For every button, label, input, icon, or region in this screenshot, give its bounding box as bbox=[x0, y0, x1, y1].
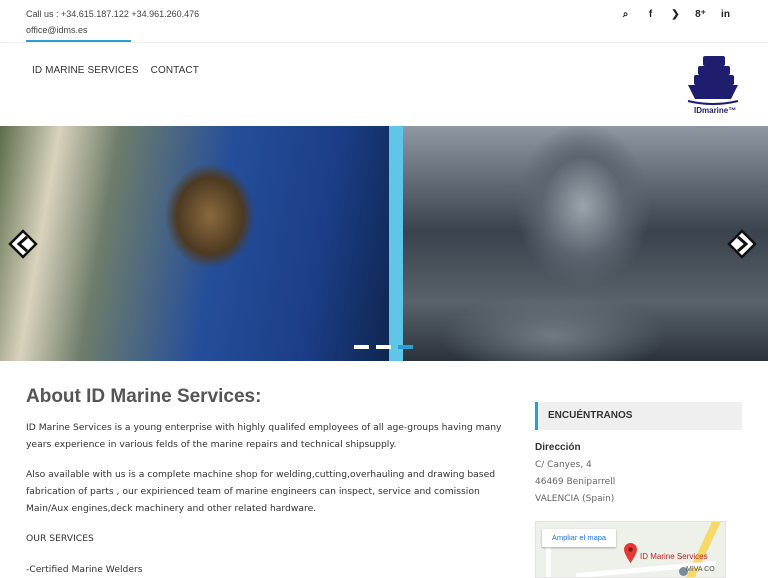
contact-email[interactable]: office@idms.es bbox=[26, 25, 88, 35]
logo-text: IDmarine™ bbox=[694, 106, 737, 115]
top-bar: Call us : +34.615.187.122 +34.961.260.47… bbox=[0, 0, 768, 43]
main-nav: ID MARINE SERVICES CONTACT bbox=[32, 65, 199, 76]
nav-item-id-marine-services[interactable]: ID MARINE SERVICES bbox=[32, 65, 139, 76]
linkedin-icon[interactable]: in bbox=[713, 9, 738, 20]
map-place-label: ID Marine Services bbox=[640, 552, 708, 561]
google-plus-icon[interactable]: 8⁺ bbox=[688, 9, 713, 20]
map-road bbox=[546, 542, 551, 577]
enlarge-map-button[interactable]: Ampliar el mapa bbox=[542, 529, 616, 547]
address-line-2: 46469 Beniparrell bbox=[535, 477, 616, 487]
email-underline bbox=[26, 40, 131, 42]
social-links: ⌕ f ❯ 8⁺ in bbox=[613, 9, 738, 20]
service-item: -Certified Marine Welders bbox=[26, 564, 143, 575]
hero-slider bbox=[0, 126, 768, 361]
widget-header: ENCUÉNTRANOS bbox=[535, 402, 742, 430]
map-nearby-label: MIVA CO bbox=[686, 566, 715, 573]
slide-image-welder bbox=[0, 126, 389, 361]
address-line-1: C/ Canyes, 4 bbox=[535, 460, 592, 470]
map-pin-icon[interactable] bbox=[624, 543, 637, 563]
twitter-icon[interactable]: ❯ bbox=[663, 9, 688, 20]
facebook-icon[interactable]: f bbox=[638, 9, 663, 20]
services-heading: OUR SERVICES bbox=[26, 533, 94, 544]
slide-image-machinery bbox=[403, 126, 768, 361]
widget-title: ENCUÉNTRANOS bbox=[548, 410, 633, 421]
about-paragraph-2: Also available with us is a complete mac… bbox=[26, 469, 496, 514]
slider-next-arrow-icon[interactable] bbox=[727, 229, 757, 259]
slider-dot-2[interactable] bbox=[376, 345, 391, 349]
about-title: About ID Marine Services: bbox=[26, 386, 262, 407]
contact-phone: Call us : +34.615.187.122 +34.961.260.47… bbox=[26, 9, 200, 19]
slider-prev-arrow-icon[interactable] bbox=[8, 229, 38, 259]
about-paragraph-1: ID Marine Services is a young enterprise… bbox=[26, 422, 502, 450]
nav-item-contact[interactable]: CONTACT bbox=[151, 65, 199, 76]
slider-dot-3[interactable] bbox=[398, 345, 413, 349]
slider-dot-1[interactable] bbox=[354, 345, 369, 349]
slider-pagination bbox=[354, 345, 413, 349]
slide-divider bbox=[389, 126, 403, 361]
search-icon[interactable]: ⌕ bbox=[613, 9, 638, 20]
address-line-3: VALENCIA (Spain) bbox=[535, 494, 615, 504]
location-map[interactable]: Ampliar el mapa ID Marine Services MIVA … bbox=[535, 521, 726, 578]
direction-label: Dirección bbox=[535, 442, 581, 453]
